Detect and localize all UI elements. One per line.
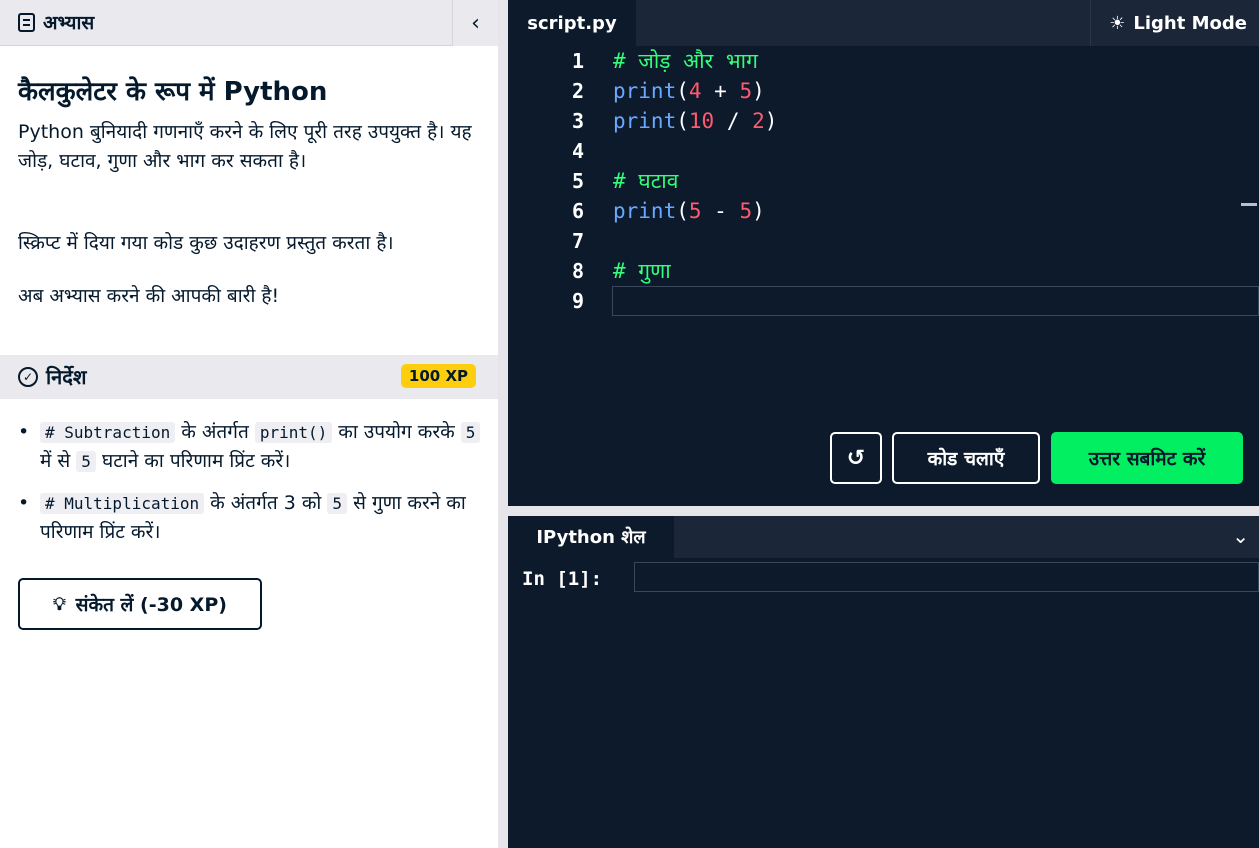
code-text: print(5 - 5) [613, 196, 765, 226]
reset-button[interactable]: ↺ [830, 432, 882, 484]
exercise-panel: अभ्यास ‹ कैलकुलेटर के रूप में Python Pyt… [0, 0, 498, 848]
line-number: 4 [571, 139, 584, 163]
code-token: 5 [739, 79, 753, 103]
run-code-button[interactable]: कोड चलाएँ [892, 432, 1040, 484]
code-token: + [701, 79, 740, 103]
code-token: ) [764, 109, 778, 133]
exercise-tag: अभ्यास [18, 9, 94, 35]
shell-input[interactable] [634, 562, 1259, 592]
code-chip: # Multiplication [40, 493, 205, 514]
light-mode-toggle[interactable]: ☀ Light Mode [1090, 0, 1247, 46]
code-token: print [613, 109, 677, 133]
code-token: / [714, 109, 753, 133]
instructions-label: निर्देश [46, 365, 87, 389]
reset-icon: ↺ [846, 445, 866, 471]
code-area[interactable]: 1 # जोड़ और भाग 2 print(4 + 5) 3 print(10 / 2… [508, 46, 1259, 316]
light-mode-label: Light Mode [1133, 12, 1247, 34]
line-number: 9 [571, 289, 584, 313]
exercise-title: कैलकुलेटर के रूप में Python [18, 77, 328, 107]
code-token: ( [676, 199, 689, 223]
editor-tab-bar: script.py ☀ Light Mode [508, 0, 1259, 46]
panel-resize-handle[interactable] [498, 0, 508, 848]
code-token: ) [752, 199, 765, 223]
check-circle-icon: ✓ [18, 366, 38, 387]
line-number: 1 [571, 49, 584, 73]
code-chip: print() [254, 422, 333, 443]
code-token: 4 [688, 79, 702, 103]
code-token: # गुणा [613, 259, 671, 283]
code-text: # घटाव [613, 166, 678, 196]
code-line[interactable]: 5 # घटाव [508, 166, 1259, 196]
code-chip: # Subtraction [40, 422, 176, 443]
code-line[interactable]: 4 [508, 136, 1259, 166]
line-number: 2 [571, 79, 584, 103]
code-token: 5 [739, 199, 753, 223]
code-token: 5 [688, 199, 702, 223]
code-line[interactable]: 6 print(5 - 5) [508, 196, 1259, 226]
code-token: ( [676, 79, 689, 103]
code-token: ( [676, 109, 689, 133]
code-line[interactable]: 2 print(4 + 5) [508, 76, 1259, 106]
code-token: print [613, 79, 677, 103]
code-chip: 5 [76, 451, 96, 472]
line-number: 6 [571, 199, 584, 223]
instructions-list: # Subtraction के अंतर्गत print() का उपयो… [18, 418, 490, 560]
code-token: 2 [752, 109, 765, 133]
submit-answer-button[interactable]: उत्तर सबमिट करें [1051, 432, 1243, 484]
ipython-shell: IPython शेल ⌄ In [1]: [508, 516, 1259, 848]
instructions-header: ✓ निर्देश 100 XP [0, 355, 498, 399]
code-chip: 5 [327, 493, 348, 514]
code-text: # गुणा [613, 256, 671, 286]
line-number: 5 [571, 169, 584, 193]
chevron-left-icon: ‹ [471, 10, 480, 36]
code-line[interactable]: 1 # जोड़ और भाग [508, 46, 1259, 76]
code-line[interactable]: 8 # गुणा [508, 256, 1259, 286]
code-editor: script.py ☀ Light Mode 1 # जोड़ और भाग 2 pr… [508, 0, 1259, 506]
exercise-paragraph-1: Python बुनियादी गणनाएँ करने के लिए पूरी … [18, 121, 472, 172]
tab-script-py[interactable]: script.py [508, 0, 636, 46]
code-token: ) [752, 79, 765, 103]
active-line-highlight [612, 286, 1259, 316]
chevron-down-icon[interactable]: ⌄ [1232, 524, 1249, 548]
code-line[interactable]: 9 [508, 286, 1259, 316]
sun-icon: ☀ [1109, 12, 1126, 34]
exercise-header: अभ्यास ‹ [0, 0, 498, 46]
lightbulb-icon: 💡︎ [53, 593, 66, 615]
instruction-item: # Multiplication के अंतर्गत 3 को 5 से गु… [18, 489, 490, 547]
code-token: # जोड़ और भाग [613, 49, 758, 73]
shell-resize-handle[interactable] [508, 506, 1259, 516]
code-line[interactable]: 7 [508, 226, 1259, 256]
shell-prompt: In [1]: [522, 568, 603, 590]
exercise-paragraph-2: स्क्रिप्ट में दिया गया कोड कुछ उदाहरण प्… [18, 232, 394, 254]
code-text: # जोड़ और भाग [613, 46, 758, 76]
code-chip: 5 [460, 422, 481, 443]
exercise-tag-label: अभ्यास [43, 12, 95, 34]
editor-scrollbar[interactable] [1241, 203, 1257, 206]
document-icon [18, 12, 35, 32]
instruction-item: # Subtraction के अंतर्गत print() का उपयो… [18, 418, 490, 476]
exercise-paragraph-3: अब अभ्यास करने की आपकी बारी है! [18, 285, 280, 307]
line-number: 7 [571, 229, 584, 253]
code-token: # घटाव [613, 169, 679, 193]
code-token: - [701, 199, 740, 223]
line-number: 3 [571, 109, 584, 133]
tab-ipython-shell[interactable]: IPython शेल [508, 516, 674, 558]
code-text: print(10 / 2) [613, 106, 777, 136]
code-text: print(4 + 5) [613, 76, 765, 106]
hint-label: संकेत लें (-30 XP) [75, 594, 227, 616]
instructions-title: ✓ निर्देश [18, 363, 87, 390]
code-line[interactable]: 3 print(10 / 2) [508, 106, 1259, 136]
code-token: 10 [688, 109, 715, 133]
xp-badge: 100 XP [400, 364, 476, 388]
code-token: print [613, 199, 677, 223]
hint-button[interactable]: 💡︎ संकेत लें (-30 XP) [18, 578, 262, 630]
collapse-panel-button[interactable]: ‹ [452, 0, 498, 46]
line-number: 8 [571, 259, 584, 283]
shell-tab-bar: IPython शेल ⌄ [508, 516, 1259, 558]
